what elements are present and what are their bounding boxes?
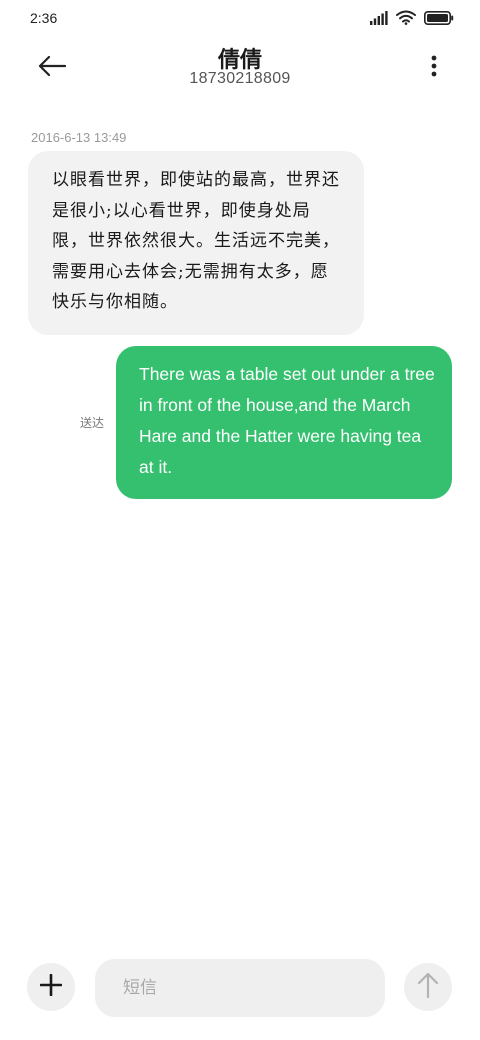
wifi-icon: [396, 10, 416, 29]
incoming-message-text: 以眼看世界，即使站的最高，世界还是很小;以心看世界，即使身处局限，世界依然很大。…: [52, 170, 340, 312]
status-bar: 2:36: [0, 0, 480, 36]
more-options-button[interactable]: [424, 52, 444, 84]
contact-number: 18730218809: [189, 70, 291, 87]
message-timestamp: 2016-6-13 13:49: [31, 130, 127, 145]
cellular-signal-icon: [370, 10, 388, 29]
incoming-message-bubble[interactable]: 以眼看世界，即使站的最高，世界还是很小;以心看世界，即使身处局限，世界依然很大。…: [28, 151, 364, 335]
message-composer: [0, 950, 480, 1030]
outgoing-message-bubble[interactable]: There was a table set out under a tree i…: [116, 346, 452, 499]
battery-icon: [424, 10, 454, 29]
status-time: 2:36: [30, 10, 58, 26]
outgoing-message-text: There was a table set out under a tree i…: [139, 364, 435, 477]
conversation-header: 倩倩 18730218809: [0, 36, 480, 106]
plus-icon: [39, 973, 63, 1000]
message-input[interactable]: [95, 959, 385, 1017]
send-button[interactable]: [404, 963, 452, 1011]
more-vertical-icon: [431, 55, 437, 81]
message-input-container: [95, 959, 385, 1017]
status-icons: [370, 10, 454, 28]
add-attachment-button[interactable]: [27, 963, 75, 1011]
delivery-status: 送达: [80, 416, 105, 430]
send-arrow-up-icon: [417, 972, 439, 1002]
